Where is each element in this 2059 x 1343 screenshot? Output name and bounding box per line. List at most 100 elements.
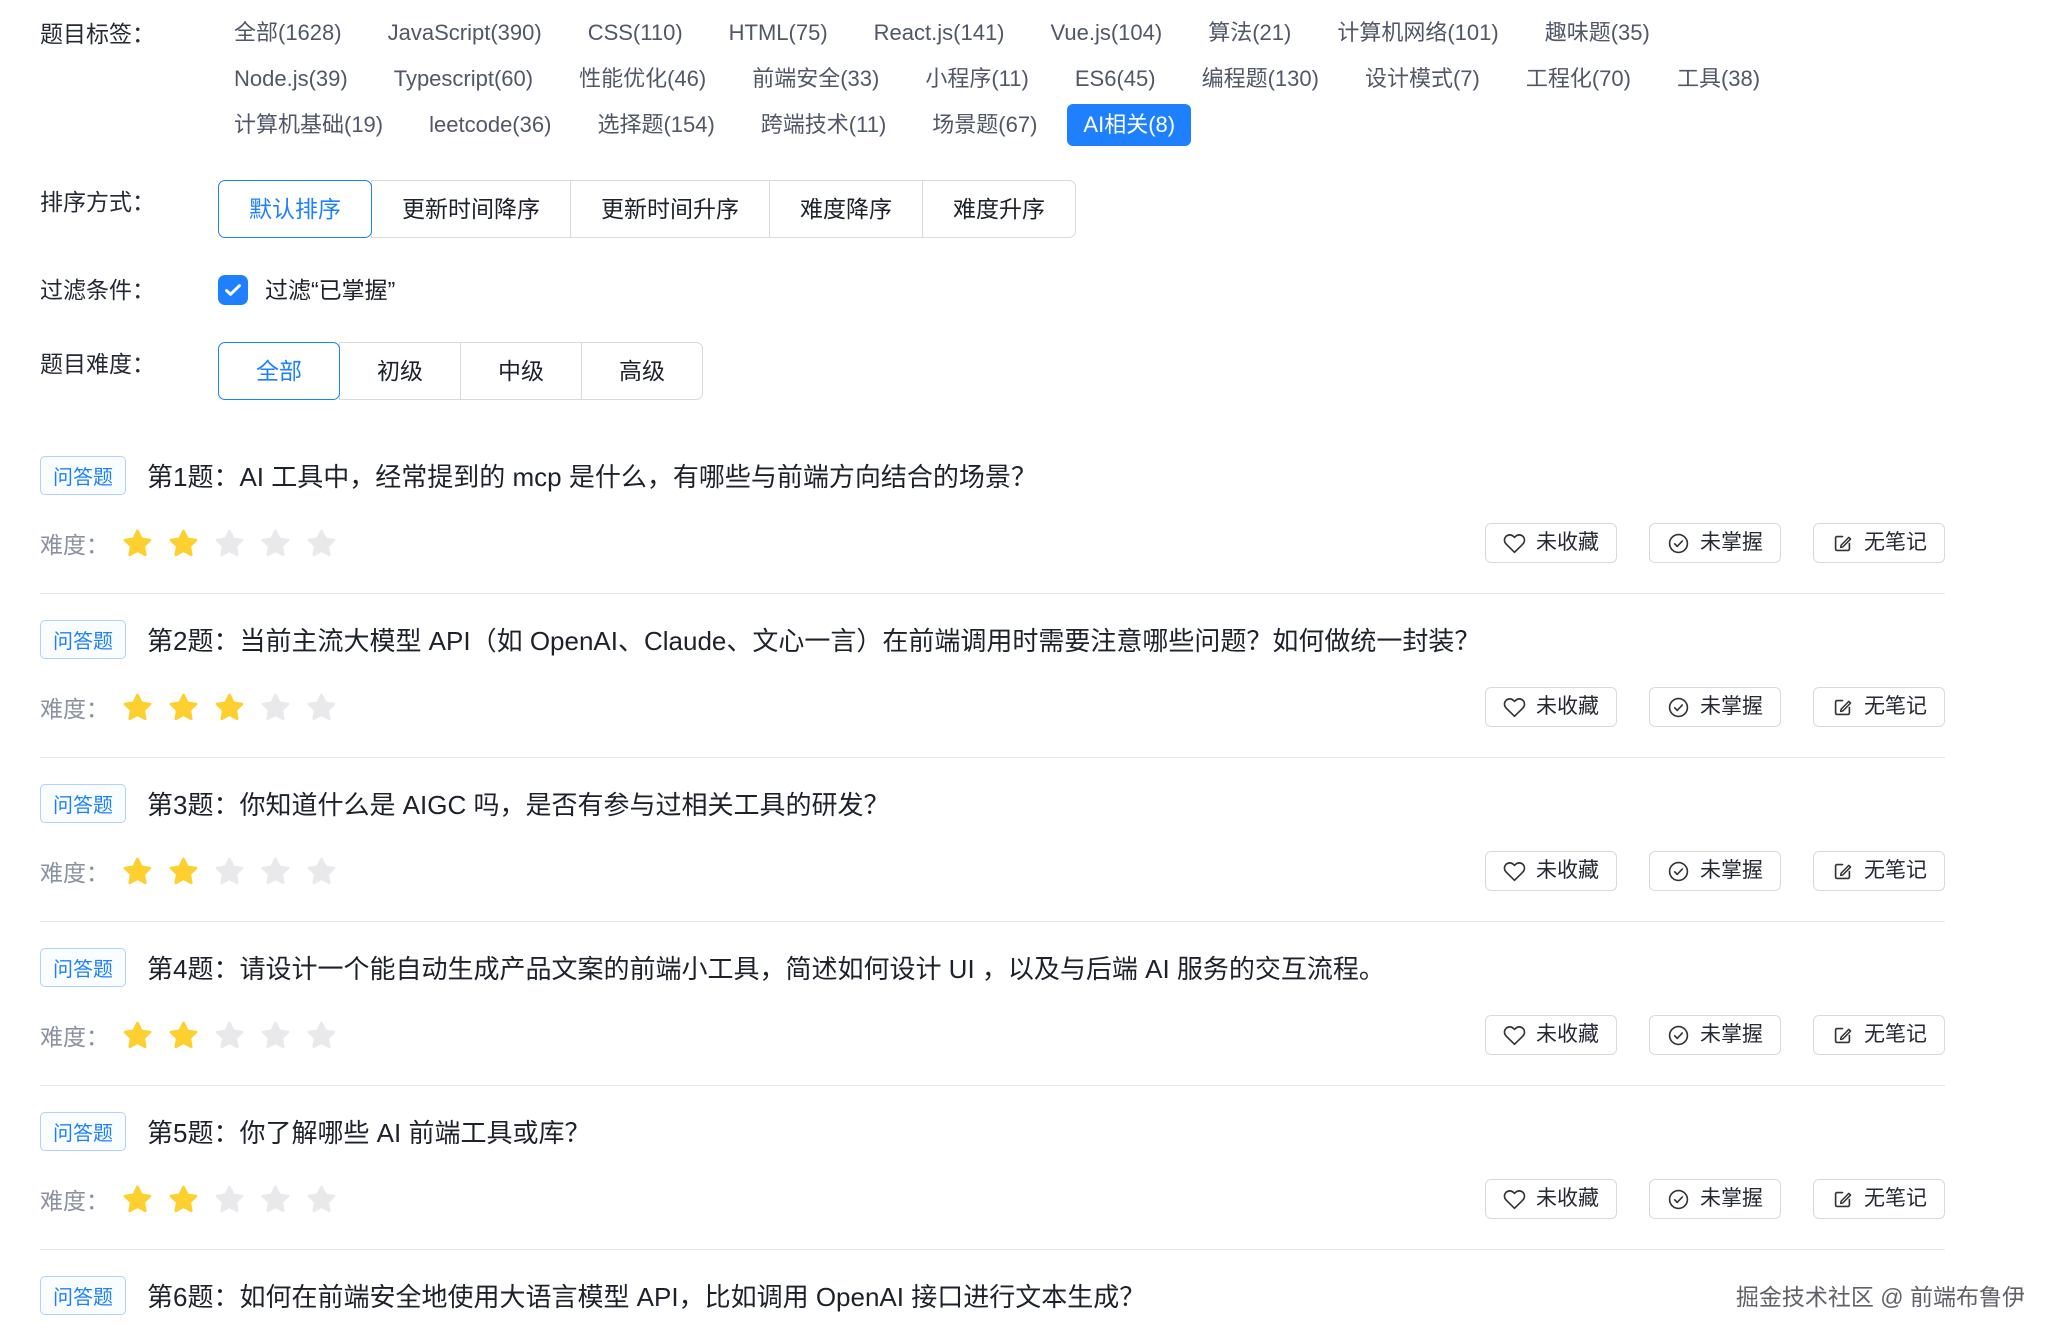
tag-设计模式[interactable]: 设计模式(7) bbox=[1349, 58, 1496, 100]
question-title[interactable]: 第2题：当前主流大模型 API（如 OpenAI、Claude、文心一言）在前端… bbox=[147, 621, 1480, 658]
star-icon bbox=[121, 855, 154, 888]
tag-工程化[interactable]: 工程化(70) bbox=[1510, 58, 1647, 100]
master-button[interactable]: 未掌握 bbox=[1649, 687, 1781, 727]
heart-icon bbox=[1503, 696, 1526, 719]
question-title-row: 问答题 第5题：你了解哪些 AI 前端工具或库？ bbox=[40, 1112, 1945, 1151]
star-icon bbox=[305, 527, 338, 560]
tag-CSS[interactable]: CSS(110) bbox=[572, 12, 699, 54]
tag-计算机网络[interactable]: 计算机网络(101) bbox=[1321, 12, 1514, 54]
star-icon bbox=[259, 855, 292, 888]
star-icon bbox=[305, 527, 338, 560]
difficulty-label: 难度： bbox=[40, 1018, 109, 1052]
note-label: 无笔记 bbox=[1864, 695, 1927, 719]
master-button[interactable]: 未掌握 bbox=[1649, 1015, 1781, 1055]
tag-React.js[interactable]: React.js(141) bbox=[858, 12, 1021, 54]
tag-趣味题[interactable]: 趣味题(35) bbox=[1529, 12, 1666, 54]
star-icon bbox=[259, 1183, 292, 1216]
question-item-4: 问答题 第4题：请设计一个能自动生成产品文案的前端小工具，简述如何设计 UI ，… bbox=[40, 921, 1945, 1085]
sort-option-更新时间升序[interactable]: 更新时间升序 bbox=[570, 180, 770, 238]
favorite-button[interactable]: 未收藏 bbox=[1485, 687, 1617, 727]
note-button[interactable]: 无笔记 bbox=[1813, 1015, 1945, 1055]
question-title-row: 问答题 第6题：如何在前端安全地使用大语言模型 API，比如调用 OpenAI … bbox=[40, 1276, 1945, 1315]
tag-选择题[interactable]: 选择题(154) bbox=[581, 104, 730, 146]
sort-option-默认排序[interactable]: 默认排序 bbox=[218, 180, 372, 238]
note-icon bbox=[1831, 1188, 1854, 1211]
tag-Vue.js[interactable]: Vue.js(104) bbox=[1035, 12, 1179, 54]
question-title[interactable]: 第3题：你知道什么是 AIGC 吗，是否有参与过相关工具的研发？ bbox=[147, 785, 889, 822]
star-icon bbox=[259, 527, 292, 560]
tag-Typescript[interactable]: Typescript(60) bbox=[378, 58, 549, 100]
star-icon bbox=[259, 691, 292, 724]
tag-场景题[interactable]: 场景题(67) bbox=[916, 104, 1053, 146]
question-difficulty: 难度： bbox=[40, 526, 338, 560]
tag-工具[interactable]: 工具(38) bbox=[1661, 58, 1776, 100]
question-meta-row: 难度： 未收藏 未掌握 无笔记 bbox=[40, 687, 1945, 727]
question-title-row: 问答题 第1题：AI 工具中，经常提到的 mcp 是什么，有哪些与前端方向结合的… bbox=[40, 456, 1945, 495]
star-icon bbox=[305, 1183, 338, 1216]
note-label: 无笔记 bbox=[1864, 859, 1927, 883]
tag-row-2: Node.js(39) Typescript(60) 性能优化(46) 前端安全(33… bbox=[218, 58, 1790, 100]
question-difficulty: 难度： bbox=[40, 1182, 338, 1216]
question-item-2: 问答题 第2题：当前主流大模型 API（如 OpenAI、Claude、文心一言… bbox=[40, 593, 1945, 757]
tag-全部[interactable]: 全部(1628) bbox=[218, 12, 358, 54]
note-label: 无笔记 bbox=[1864, 1187, 1927, 1211]
star-icon bbox=[213, 1019, 246, 1052]
question-title[interactable]: 第4题：请设计一个能自动生成产品文案的前端小工具，简述如何设计 UI ，以及与后… bbox=[147, 949, 1385, 986]
star-icon bbox=[167, 1019, 200, 1052]
sort-option-更新时间降序[interactable]: 更新时间降序 bbox=[371, 180, 571, 238]
note-button[interactable]: 无笔记 bbox=[1813, 851, 1945, 891]
star-icon bbox=[167, 1183, 200, 1216]
star-icon bbox=[121, 1019, 154, 1052]
tag-性能优化[interactable]: 性能优化(46) bbox=[563, 58, 722, 100]
tag-算法[interactable]: 算法(21) bbox=[1192, 12, 1307, 54]
sort-label: 排序方式： bbox=[40, 180, 218, 224]
favorite-button[interactable]: 未收藏 bbox=[1485, 1179, 1617, 1219]
star-rating bbox=[121, 855, 338, 888]
question-actions: 未收藏 未掌握 无笔记 bbox=[1485, 1179, 1945, 1219]
note-button[interactable]: 无笔记 bbox=[1813, 1179, 1945, 1219]
tag-AI相关[interactable]: AI相关(8) bbox=[1067, 104, 1191, 146]
tag-跨端技术[interactable]: 跨端技术(11) bbox=[745, 104, 903, 146]
master-button[interactable]: 未掌握 bbox=[1649, 851, 1781, 891]
question-title[interactable]: 第6题：如何在前端安全地使用大语言模型 API，比如调用 OpenAI 接口进行… bbox=[147, 1277, 1145, 1314]
favorite-button[interactable]: 未收藏 bbox=[1485, 851, 1617, 891]
favorite-label: 未收藏 bbox=[1536, 859, 1599, 883]
tag-前端安全[interactable]: 前端安全(33) bbox=[736, 58, 895, 100]
favorite-label: 未收藏 bbox=[1536, 1187, 1599, 1211]
question-title-row: 问答题 第4题：请设计一个能自动生成产品文案的前端小工具，简述如何设计 UI ，… bbox=[40, 948, 1945, 987]
difficulty-option-初级[interactable]: 初级 bbox=[339, 342, 461, 400]
tag-小程序[interactable]: 小程序(11) bbox=[909, 58, 1045, 100]
check-circle-icon bbox=[1667, 860, 1690, 883]
master-button[interactable]: 未掌握 bbox=[1649, 1179, 1781, 1219]
sort-option-难度降序[interactable]: 难度降序 bbox=[769, 180, 923, 238]
note-button[interactable]: 无笔记 bbox=[1813, 523, 1945, 563]
question-type-badge: 问答题 bbox=[40, 784, 126, 823]
tag-ES6[interactable]: ES6(45) bbox=[1059, 58, 1172, 100]
star-icon bbox=[305, 855, 338, 888]
check-icon bbox=[222, 279, 244, 301]
favorite-button[interactable]: 未收藏 bbox=[1485, 1015, 1617, 1055]
question-difficulty: 难度： bbox=[40, 854, 338, 888]
note-button[interactable]: 无笔记 bbox=[1813, 687, 1945, 727]
tag-leetcode[interactable]: leetcode(36) bbox=[413, 104, 567, 146]
tag-计算机基础[interactable]: 计算机基础(19) bbox=[218, 104, 399, 146]
master-label: 未掌握 bbox=[1700, 531, 1763, 555]
question-title[interactable]: 第1题：AI 工具中，经常提到的 mcp 是什么，有哪些与前端方向结合的场景？ bbox=[147, 457, 1037, 494]
difficulty-option-全部[interactable]: 全部 bbox=[218, 342, 340, 400]
tag-编程题[interactable]: 编程题(130) bbox=[1186, 58, 1335, 100]
tag-JavaScript[interactable]: JavaScript(390) bbox=[372, 12, 558, 54]
star-icon bbox=[213, 527, 246, 560]
question-title[interactable]: 第5题：你了解哪些 AI 前端工具或库？ bbox=[147, 1113, 590, 1150]
filter-mastered-checkbox[interactable] bbox=[218, 275, 248, 305]
tag-HTML[interactable]: HTML(75) bbox=[713, 12, 844, 54]
sort-option-难度升序[interactable]: 难度升序 bbox=[922, 180, 1076, 238]
tag-Node.js[interactable]: Node.js(39) bbox=[218, 58, 364, 100]
difficulty-option-高级[interactable]: 高级 bbox=[581, 342, 703, 400]
star-icon bbox=[121, 527, 154, 560]
tags-filter-row: 题目标签： 全部(1628)JavaScript(390)CSS(110)HTM… bbox=[40, 12, 1945, 150]
master-button[interactable]: 未掌握 bbox=[1649, 523, 1781, 563]
favorite-button[interactable]: 未收藏 bbox=[1485, 523, 1617, 563]
question-title-row: 问答题 第2题：当前主流大模型 API（如 OpenAI、Claude、文心一言… bbox=[40, 620, 1945, 659]
difficulty-option-中级[interactable]: 中级 bbox=[460, 342, 582, 400]
star-icon bbox=[305, 1183, 338, 1216]
